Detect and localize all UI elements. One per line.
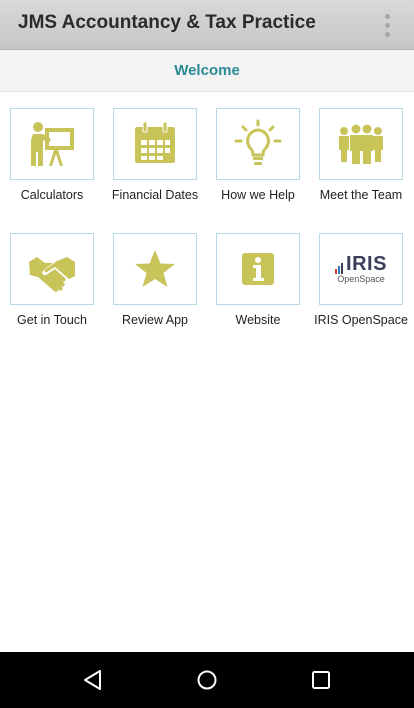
iris-logo-text: IRIS — [346, 253, 387, 275]
tile-website[interactable]: Website — [208, 233, 308, 345]
tile-label: How we Help — [221, 188, 295, 202]
tile-how-we-help[interactable]: How we Help — [208, 108, 308, 220]
tile-get-in-touch-box[interactable] — [10, 233, 94, 305]
handshake-icon — [29, 257, 75, 292]
page-title: Welcome — [174, 62, 240, 79]
tile-review-app[interactable]: Review App — [105, 233, 205, 345]
tile-how-we-help-box[interactable] — [216, 108, 300, 180]
more-vert-icon[interactable] — [382, 14, 392, 40]
lightbulb-icon — [234, 119, 282, 165]
tile-label: Get in Touch — [17, 313, 87, 327]
info-icon — [242, 253, 274, 285]
iris-bars-icon — [335, 258, 344, 274]
calendar-icon — [135, 121, 175, 163]
recents-button[interactable] — [306, 666, 336, 694]
tile-calculators-box[interactable] — [10, 108, 94, 180]
tile-label: Meet the Team — [319, 188, 403, 202]
iris-logo-subtext: OpenSpace — [337, 274, 385, 284]
star-icon — [135, 250, 175, 287]
tile-website-box[interactable] — [216, 233, 300, 305]
home-icon — [197, 670, 217, 690]
tile-label: Calculators — [20, 188, 84, 202]
tile-meet-the-team-box[interactable] — [319, 108, 403, 180]
tile-label: Website — [235, 313, 281, 327]
tile-financial-dates[interactable]: Financial Dates — [105, 108, 205, 220]
section-header: Welcome — [0, 50, 414, 92]
tile-review-app-box[interactable] — [113, 233, 197, 305]
tile-label: IRIS OpenSpace — [314, 313, 408, 327]
home-button[interactable] — [192, 666, 222, 694]
presentation-icon — [31, 122, 74, 166]
app-bar: JMS Accountancy & Tax Practice — [0, 0, 414, 50]
recents-icon — [312, 671, 330, 689]
tile-label: Financial Dates — [111, 188, 199, 202]
tile-label: Review App — [121, 313, 188, 327]
tile-financial-dates-box[interactable] — [113, 108, 197, 180]
system-nav-bar — [0, 652, 414, 708]
tile-calculators[interactable]: Calculators — [2, 108, 102, 220]
tile-meet-the-team[interactable]: Meet the Team — [311, 108, 411, 220]
tile-iris-openspace-box[interactable]: IRIS OpenSpace — [319, 233, 403, 305]
back-icon — [84, 670, 101, 690]
back-button[interactable] — [78, 666, 108, 694]
iris-logo: IRIS OpenSpace — [335, 254, 387, 284]
tile-iris-openspace[interactable]: IRIS OpenSpace IRIS OpenSpace — [311, 233, 411, 345]
tile-get-in-touch[interactable]: Get in Touch — [2, 233, 102, 345]
team-icon — [339, 124, 383, 164]
app-title: JMS Accountancy & Tax Practice — [18, 12, 316, 33]
